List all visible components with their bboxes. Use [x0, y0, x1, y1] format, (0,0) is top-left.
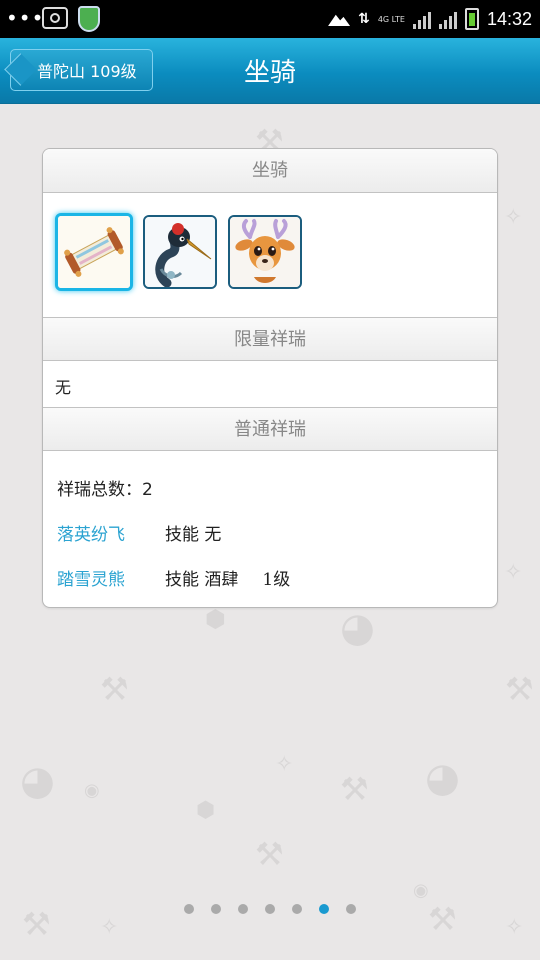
- overflow-dots-icon: •••: [6, 6, 45, 30]
- app-header: 普陀山 109级 坐骑: [0, 38, 540, 104]
- scroll-icon: [58, 216, 130, 288]
- mount-card: 坐骑 限量祥瑞 无 普通祥瑞 祥瑞总数：2 落英纷飞 技能 无 踏雪灵熊 技能 …: [42, 148, 498, 608]
- page-title: 坐骑: [243, 58, 296, 88]
- bg-dot-icon: ◉: [84, 780, 100, 801]
- bg-hammer-icon: ⚒: [255, 835, 284, 873]
- total-value: 2: [142, 480, 153, 500]
- bg-hammer-icon: ⚒: [100, 670, 129, 708]
- bg-sparkle-icon: ✧: [275, 752, 294, 777]
- status-right: ⇅ 4G LTE 14:32: [328, 6, 532, 32]
- bg-hammer-icon: ⚒: [340, 770, 369, 808]
- status-bar: ••• ⇅ 4G LTE 14:32: [0, 0, 540, 38]
- mount-slot-crane[interactable]: [143, 215, 217, 289]
- signal-2-icon: [438, 9, 457, 29]
- shield-icon: [78, 6, 100, 32]
- limited-value: 无: [55, 378, 72, 397]
- page-dot-active[interactable]: [319, 904, 329, 914]
- total-row: 祥瑞总数：2: [57, 475, 153, 500]
- page-dot[interactable]: [265, 904, 275, 914]
- deer-icon: [230, 217, 300, 287]
- bg-egg-icon: ◕: [425, 755, 460, 801]
- bg-sparkle-icon: ✧: [505, 915, 524, 940]
- signal-icon: [412, 9, 431, 29]
- limited-section-title: 限量祥瑞: [43, 317, 497, 361]
- bg-hammer-icon: ⚒: [505, 670, 534, 708]
- page-dot[interactable]: [211, 904, 221, 914]
- mount-slot-deer[interactable]: [228, 215, 302, 289]
- bg-dot-icon: ◉: [413, 880, 429, 901]
- bg-hammer-icon: ⚒: [428, 900, 457, 938]
- weather-icon: [328, 14, 351, 26]
- normal-section-title: 普通祥瑞: [43, 407, 497, 451]
- page-dot[interactable]: [184, 904, 194, 914]
- bg-coin-icon: ⬢: [196, 798, 216, 823]
- mount-level: 1级: [262, 570, 291, 590]
- mount-name-link[interactable]: 踏雪灵熊: [57, 565, 165, 590]
- clock: 14:32: [486, 8, 532, 29]
- bg-sparkle-icon: ✧: [504, 560, 523, 585]
- list-item: 踏雪灵熊 技能 酒肆 1级: [57, 565, 290, 590]
- screenshot-icon: [42, 7, 68, 29]
- bg-sparkle-icon: ✧: [100, 915, 119, 940]
- page-indicator: [184, 904, 356, 914]
- crane-icon: [145, 217, 215, 287]
- bg-sparkle-icon: ✧: [504, 205, 523, 230]
- battery-icon: [464, 8, 479, 30]
- mounts-section-title: 坐骑: [43, 149, 497, 193]
- total-label: 祥瑞总数：: [57, 480, 142, 500]
- mount-skill: 技能 无: [165, 525, 222, 545]
- bg-egg-icon: ◕: [340, 605, 375, 651]
- network-type: 4G LTE: [377, 14, 405, 24]
- page-dot[interactable]: [346, 904, 356, 914]
- mount-name-link[interactable]: 落英纷飞: [57, 520, 165, 545]
- list-item: 落英纷飞 技能 无: [57, 520, 221, 545]
- mount-skill: 技能 酒肆: [165, 570, 239, 590]
- bg-hammer-icon: ⚒: [22, 905, 51, 943]
- mount-slot-scroll[interactable]: [55, 213, 133, 291]
- page-dot[interactable]: [292, 904, 302, 914]
- page-dot[interactable]: [238, 904, 248, 914]
- bg-egg-icon: ◕: [20, 758, 55, 804]
- bg-coin-icon: ⬢: [205, 605, 226, 633]
- data-transfer-icon: ⇅: [358, 11, 370, 27]
